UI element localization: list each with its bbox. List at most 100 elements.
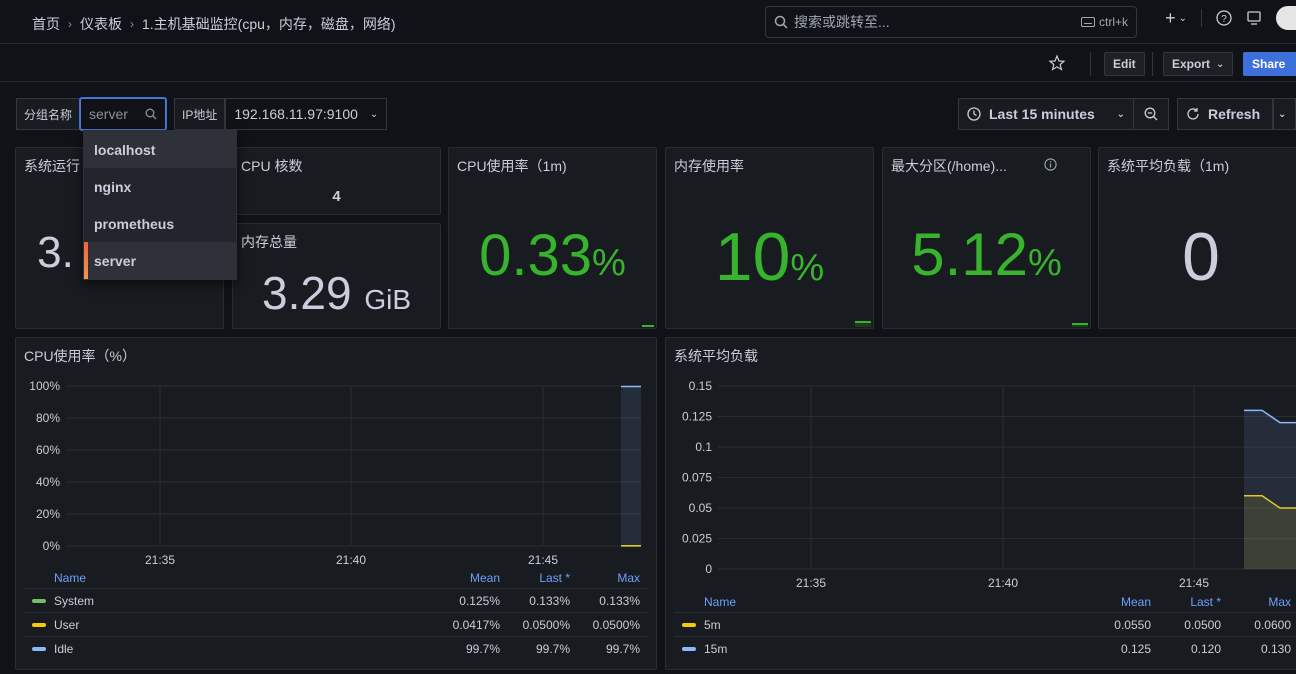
legend-max-header[interactable]: Max [578,571,648,585]
y-tick-label: 20% [36,507,60,521]
legend-row[interactable]: 5m 0.0550 0.0500 0.0600 [674,612,1296,636]
divider [1152,52,1153,76]
group-options-dropdown: localhost nginx prometheus server [83,130,237,280]
legend-last-header[interactable]: Last * [1159,595,1229,609]
option-localhost[interactable]: localhost [84,131,236,168]
panel-cpu-usage[interactable]: CPU使用率（1m) 0.33% [448,147,657,329]
panel-cpu-cores[interactable]: CPU 核数 4 [232,147,441,215]
refresh-button[interactable]: Refresh [1177,98,1273,130]
y-tick-label: 0.025 [682,532,712,546]
y-tick-label: 40% [36,475,60,489]
legend-swatch [682,646,696,651]
panel-cpu-usage-chart[interactable]: CPU使用率（%） 0% 20% 40% 60% 80% 100% 21:35 21:40 21… [15,337,657,670]
time-range-label: Last 15 minutes [989,106,1095,122]
top-nav-bar: 首页 › 仪表板 › 1.主机基础监控(cpu，内存，磁盘，网络) 搜索或跳转至… [0,0,1296,44]
panel-system-load[interactable]: 系统平均负载（1m) 0 [1098,147,1296,329]
memory-total-value: 3.29 [262,267,352,319]
legend-mean-value: 0.0417% [452,617,500,632]
y-tick-label: 0.15 [689,379,713,393]
edit-button[interactable]: Edit [1104,52,1145,76]
legend-row[interactable]: System 0.125% 0.133% 0.133% [24,588,648,612]
breadcrumb-dashboards[interactable]: 仪表板 [80,14,122,34]
chevron-down-icon: ⌄ [1278,108,1287,120]
legend-row[interactable]: User 0.0417% 0.0500% 0.0500% [24,612,648,636]
legend-max-value: 0.0500% [592,617,640,632]
legend-last-value: 0.0500 [1184,617,1221,632]
panel-title: 最大分区(/home)... [891,158,1007,174]
legend-max-header[interactable]: Max [1229,595,1296,609]
zoom-out-button[interactable] [1133,98,1169,130]
disk-usage-value: 5.12 [911,221,1028,288]
option-nginx[interactable]: nginx [84,168,236,205]
x-tick-label: 21:35 [145,553,175,567]
x-tick-label: 21:45 [528,553,558,567]
legend-name-header[interactable]: Name [674,595,1089,609]
ip-variable-label: IP地址 [174,98,226,130]
legend-label: System [54,593,95,608]
chevron-down-icon: ⌄ [1216,58,1225,70]
panel-memory-usage[interactable]: 内存使用率 10% [665,147,874,329]
legend-last-header[interactable]: Last * [508,571,578,585]
panel-title: 系统运行 [24,158,80,174]
option-server[interactable]: server [84,242,236,279]
legend-row[interactable]: Idle 99.7% 99.7% 99.7% [24,636,648,660]
panel-title: 内存总量 [241,234,297,250]
legend-last-value: 99.7% [535,641,570,656]
share-button[interactable]: Share [1243,52,1296,76]
sparkline [1072,323,1088,327]
export-label: Export [1172,57,1211,71]
legend-mean-value: 0.0550 [1114,617,1151,632]
time-range-picker[interactable]: Last 15 minutes ⌄ [958,98,1134,130]
chevron-down-icon: ⌄ [369,108,379,120]
y-tick-label: 0 [705,562,712,576]
memory-usage-unit: % [790,247,825,289]
memory-usage-display: 10% [666,218,873,296]
zoom-out-icon [1144,107,1158,121]
breadcrumb-home[interactable]: 首页 [32,14,60,34]
legend-max-value: 0.130 [1260,641,1291,656]
info-icon[interactable] [1044,158,1057,174]
legend-series-name: System [24,594,438,608]
refresh-interval-dropdown[interactable]: ⌄ [1273,98,1296,130]
breadcrumb: 首页 › 仪表板 › 1.主机基础监控(cpu，内存，磁盘，网络) [32,14,396,34]
legend-max-value: 0.0600 [1254,617,1291,632]
memory-total-display: 3.29 GiB [233,266,440,320]
cpu-usage-value: 0.33 [479,223,593,288]
search-shortcut-label: ctrl+k [1098,15,1128,29]
legend-mean-header[interactable]: Mean [438,571,508,585]
legend-row[interactable]: 15m 0.125 0.120 0.130 [674,636,1296,660]
legend-series-name: User [24,618,438,632]
x-tick-label: 21:40 [988,576,1018,590]
legend-swatch [32,622,46,627]
legend-name-header[interactable]: Name [24,571,438,585]
panel-disk-usage[interactable]: 最大分区(/home)... 5.12% [882,147,1091,329]
option-prometheus[interactable]: prometheus [84,205,236,242]
y-tick-label: 80% [36,411,60,425]
news-icon[interactable] [1246,10,1262,26]
export-button[interactable]: Export ⌄ [1163,52,1234,76]
search-input[interactable]: 搜索或跳转至... ctrl+k [765,6,1137,38]
group-variable-input[interactable]: server [80,98,167,130]
sparkline [642,325,654,327]
legend-max-value: 99.7% [605,641,640,656]
legend-mean-header[interactable]: Mean [1089,595,1159,609]
divider [1090,52,1091,76]
legend-label: User [54,617,80,632]
panel-memory-total[interactable]: 内存总量 3.29 GiB [232,223,441,329]
disk-usage-unit: % [1027,242,1062,284]
legend-mean-value: 0.125 [1120,641,1151,656]
panel-title: 系统平均负载（1m) [1107,158,1230,174]
star-icon[interactable] [1048,54,1066,72]
ip-variable-select[interactable]: 192.168.11.97:9100 ⌄ [225,98,388,130]
panel-system-load-chart[interactable]: 系统平均负载 0 0.025 0.05 0.075 0.1 0.125 0.15 21:35 2… [665,337,1296,670]
legend-series-name: 5m [674,618,1089,632]
y-tick-label: 0.05 [689,501,713,515]
help-icon[interactable]: ? [1216,10,1232,26]
legend-header: Name Mean Last * Max [674,592,1296,612]
legend-series-name: 15m [674,642,1089,656]
legend-header: Name Mean Last * Max [24,568,648,588]
avatar[interactable] [1276,6,1296,30]
add-icon[interactable]: + ⌄ [1165,8,1187,29]
legend-max-value: 0.133% [599,593,640,608]
legend-swatch [32,598,46,603]
